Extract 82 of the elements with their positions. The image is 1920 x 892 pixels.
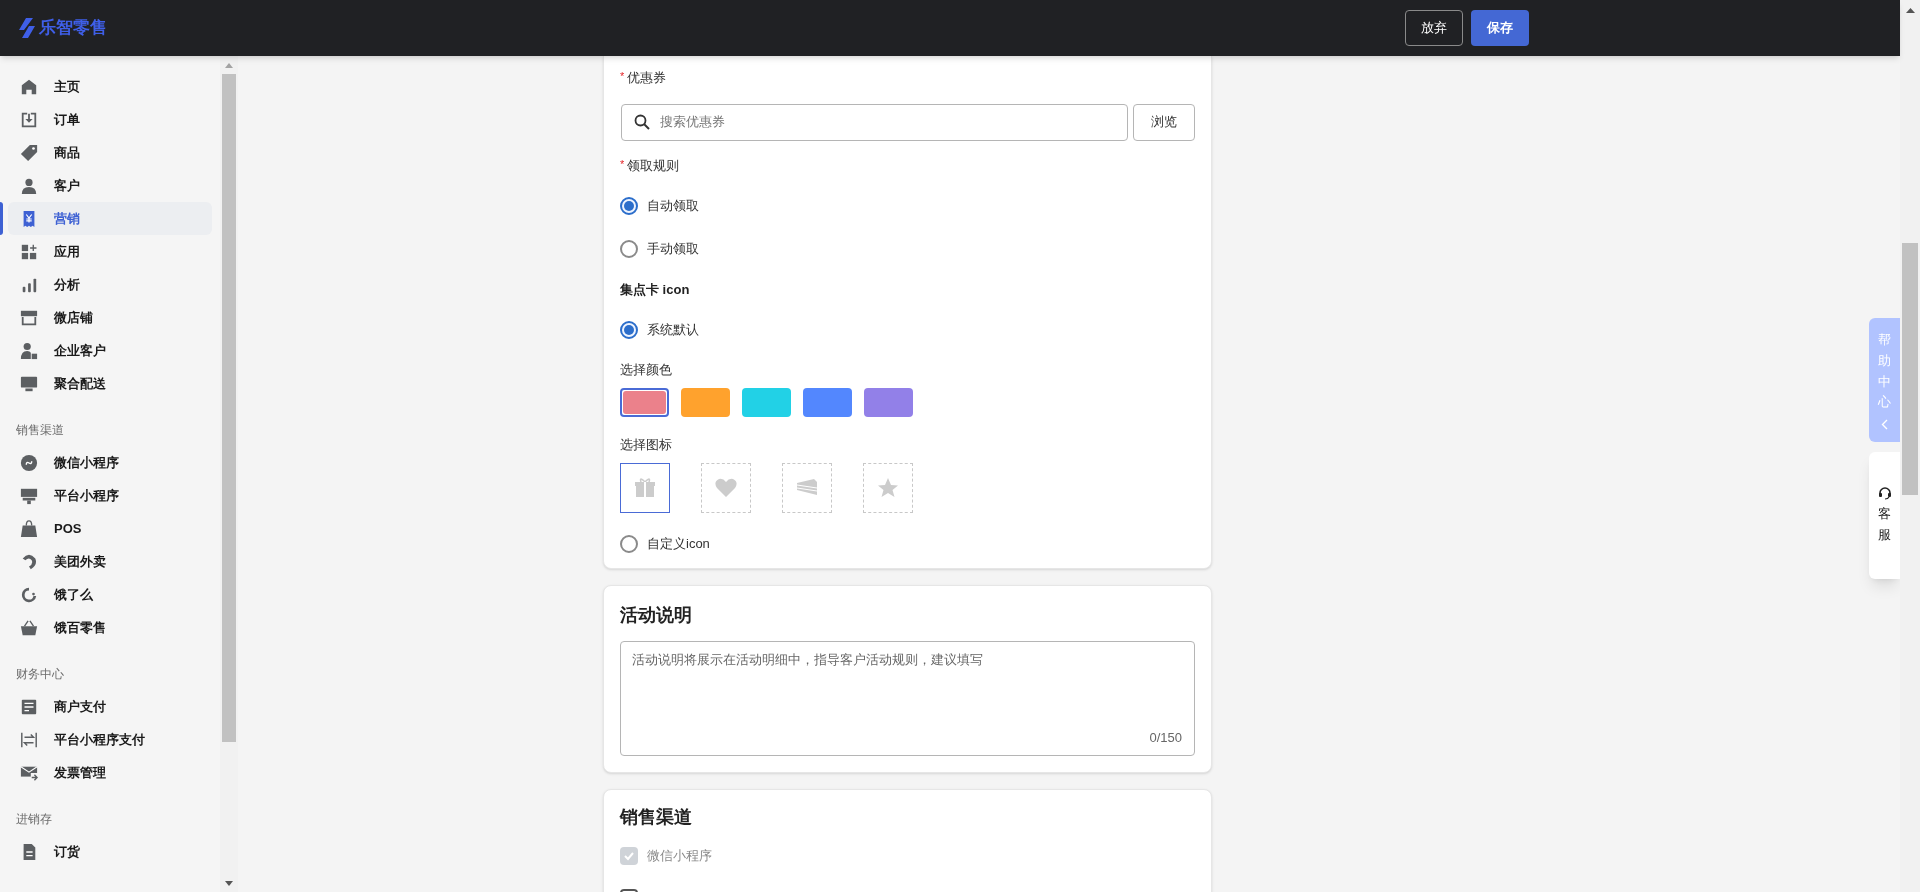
monitor-icon — [20, 374, 38, 393]
sidebar-item[interactable]: 订货 — [8, 835, 212, 868]
mini-program-icon — [20, 453, 38, 472]
search-field[interactable]: 搜索优惠券 — [621, 103, 1128, 141]
chevron-left-icon — [1881, 419, 1888, 431]
gift-icon — [633, 475, 657, 500]
color-swatch[interactable] — [620, 388, 669, 417]
scroll-up-icon[interactable] — [1905, 7, 1915, 13]
field-label: 选择图标 — [620, 436, 673, 454]
tag-icon — [20, 143, 38, 162]
sidebar-item[interactable]: 饿百零售 — [8, 611, 212, 644]
sidebar-item[interactable]: 饿了么 — [8, 578, 212, 611]
sidebar-item[interactable]: 平台小程序支付 — [8, 723, 212, 756]
section-title: 财务中心 — [15, 666, 65, 682]
sidebar-item[interactable]: 微信小程序 — [8, 446, 212, 479]
browse-button[interactable]: 浏览 — [1133, 103, 1195, 141]
person-lock-icon — [20, 341, 38, 360]
scrollbar-thumb[interactable] — [222, 74, 236, 742]
sidebar-item[interactable]: 企业客户 — [8, 334, 212, 367]
icon-option[interactable] — [620, 462, 670, 513]
sidebar-item[interactable]: 美团外卖 — [8, 545, 212, 578]
card-title: 销售渠道 — [620, 805, 693, 828]
radio-label[interactable]: 自动领取 — [647, 196, 699, 216]
field-label: 领取规则 — [627, 156, 680, 175]
scroll-down-icon[interactable] — [225, 880, 233, 886]
radio-button[interactable] — [620, 197, 638, 215]
sidebar-item[interactable]: 客户 — [8, 169, 212, 202]
radio-button[interactable] — [620, 320, 638, 339]
sidebar-item[interactable]: 分析 — [8, 268, 212, 301]
scrollbar-thumb[interactable] — [1902, 243, 1918, 495]
required-mark: * — [620, 156, 625, 172]
apps-icon — [20, 242, 38, 261]
save-button[interactable]: 保存 — [1471, 10, 1529, 46]
sidebar-item[interactable]: 商品 — [8, 136, 212, 169]
person-icon — [20, 176, 38, 195]
section-title: 销售渠道 — [15, 422, 65, 438]
color-swatch[interactable] — [864, 388, 913, 417]
search-icon — [634, 114, 650, 130]
logo-icon — [19, 18, 35, 38]
radio-button[interactable] — [620, 240, 638, 258]
field-label: 选择颜色 — [620, 360, 673, 379]
required-mark: * — [620, 69, 625, 84]
color-swatch[interactable] — [681, 388, 730, 417]
section-title: 进销存 — [15, 811, 53, 827]
description-field[interactable]: 活动说明将展示在活动明细中，指导客户活动规则，建议填写 0/150 — [620, 640, 1195, 756]
section-label: 集点卡 icon — [620, 281, 691, 299]
download-tray-icon — [20, 110, 38, 129]
radio-label[interactable]: 系统默认 — [647, 319, 699, 340]
transfer-arrows-icon — [20, 730, 38, 749]
shopping-bag-icon — [20, 519, 38, 538]
customer-service-tab[interactable]: 客服 — [1869, 452, 1900, 580]
active-indicator — [0, 202, 3, 235]
color-swatch[interactable] — [742, 388, 791, 417]
sidebar-item[interactable]: 平台小程序 — [8, 479, 212, 512]
color-swatch[interactable] — [803, 388, 852, 417]
document-icon — [20, 697, 38, 716]
sidebar-item[interactable]: 微店铺 — [8, 301, 212, 334]
basket-icon — [20, 618, 38, 637]
kiosk-icon — [20, 486, 38, 505]
radio-button[interactable] — [620, 534, 638, 553]
sidebar-item[interactable]: 主页 — [8, 70, 212, 103]
sidebar-item[interactable]: 发票管理 — [8, 756, 212, 789]
logo-text: 乐智零售 — [39, 17, 107, 40]
mail-forward-icon — [20, 763, 38, 782]
checkbox-option: 微信小程序 — [620, 845, 1195, 866]
sidebar-item[interactable]: POS — [8, 512, 212, 545]
field-label: 优惠券 — [627, 69, 667, 87]
card-title: 活动说明 — [620, 603, 693, 626]
discard-button[interactable]: 放弃 — [1405, 10, 1463, 46]
sidebar-item[interactable]: 商户支付 — [8, 690, 212, 723]
sidebar-item[interactable]: 聚合配送 — [8, 367, 212, 400]
radio-label[interactable]: 自定义icon — [647, 533, 710, 554]
radio-label[interactable]: 手动领取 — [647, 239, 699, 259]
headset-icon — [1877, 485, 1892, 500]
storefront-icon — [20, 308, 38, 327]
sidebar-item[interactable]: 订单 — [8, 103, 212, 136]
swirl-icon — [20, 552, 38, 571]
search-input[interactable]: 搜索优惠券 — [660, 112, 1115, 132]
home-icon — [20, 77, 38, 96]
character-counter: 0/150 — [1149, 729, 1182, 747]
spinner-icon — [20, 585, 38, 604]
sidebar-item[interactable]: 应用 — [8, 235, 212, 268]
